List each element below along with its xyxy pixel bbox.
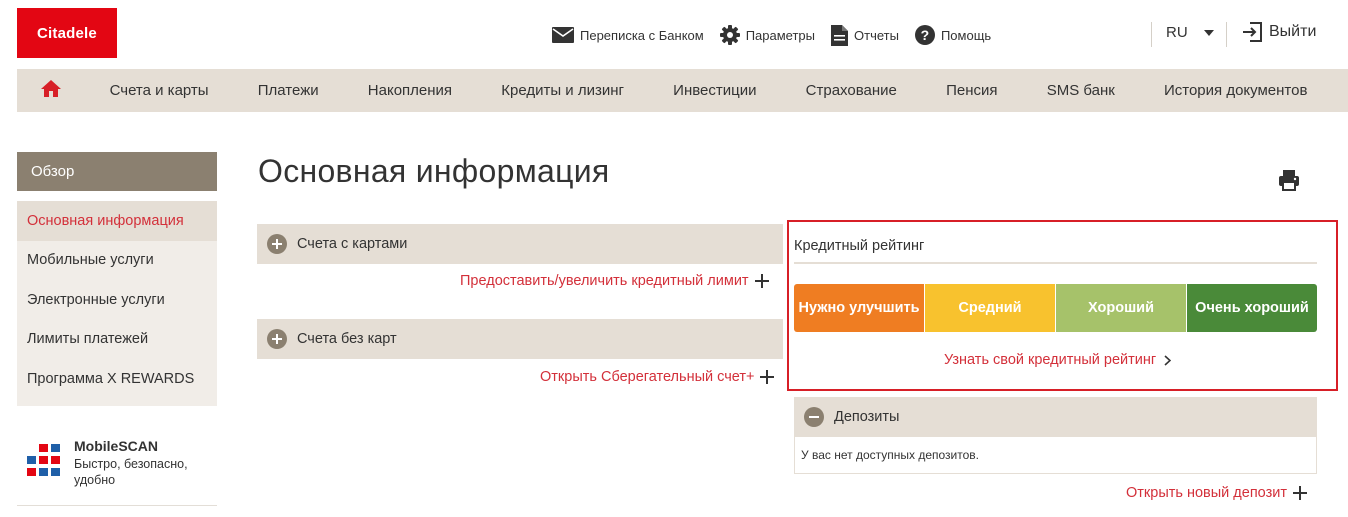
- mobilescan-promo[interactable]: MobileSCAN Быстро, безопасно, удобно: [17, 428, 217, 506]
- mobilescan-icon: [27, 444, 61, 478]
- plus-icon: [760, 370, 775, 384]
- plus-icon: [754, 274, 769, 288]
- accounts-without-cards-label: Счета без карт: [297, 331, 397, 347]
- nav-item-pension[interactable]: Пенсия: [921, 82, 1022, 99]
- collapse-minus-icon: [804, 407, 824, 427]
- sidebar-menu: Основная информация Мобильные услуги Эле…: [17, 201, 217, 406]
- sidebar-header: Обзор: [17, 152, 217, 191]
- nav-item-sms-bank[interactable]: SMS банк: [1022, 82, 1139, 99]
- settings-link-label: Параметры: [745, 27, 816, 43]
- nav-item-accounts-cards[interactable]: Счета и карты: [85, 82, 233, 99]
- open-savings-link-label: Открыть Сберегательный счет+: [540, 369, 755, 385]
- rating-level-needs-improvement[interactable]: Нужно улучшить: [794, 284, 925, 332]
- nav-item-savings[interactable]: Накопления: [343, 82, 476, 99]
- language-selector[interactable]: RU: [1166, 24, 1214, 41]
- accounts-with-cards-section[interactable]: Счета с картами: [257, 224, 783, 264]
- help-link[interactable]: ? Помощь: [914, 25, 992, 45]
- logo-text: Citadele: [37, 24, 97, 42]
- divider: [794, 262, 1317, 264]
- check-credit-rating-label: Узнать свой кредитный рейтинг: [944, 352, 1157, 368]
- top-links: Переписка с Банком Параметры Отчеты ? По…: [552, 24, 1007, 46]
- language-value: RU: [1166, 24, 1188, 41]
- caret-down-icon: [1203, 29, 1214, 36]
- header-divider: [1226, 22, 1227, 47]
- help-icon: ?: [914, 25, 935, 45]
- nav-item-document-history[interactable]: История документов: [1139, 82, 1332, 99]
- credit-limit-link-label: Предоставить/увеличить кредитный лимит: [460, 273, 749, 289]
- deposits-empty-message: У вас нет доступных депозитов.: [794, 437, 1317, 474]
- accounts-with-cards-label: Счета с картами: [297, 236, 408, 252]
- nav-item-investments[interactable]: Инвестиции: [649, 82, 782, 99]
- home-icon: [41, 79, 61, 102]
- page-title: Основная информация: [258, 153, 610, 189]
- document-icon: [831, 24, 849, 46]
- settings-link[interactable]: Параметры: [719, 25, 816, 45]
- messages-link-label: Переписка с Банком: [580, 27, 704, 43]
- accounts-without-cards-section[interactable]: Счета без карт: [257, 319, 783, 359]
- plus-icon: [1292, 486, 1307, 500]
- gear-icon: [719, 25, 740, 45]
- mobilescan-title: MobileSCAN: [74, 438, 158, 454]
- rating-level-very-good[interactable]: Очень хороший: [1187, 284, 1317, 332]
- rating-level-average[interactable]: Средний: [925, 284, 1056, 332]
- citadele-logo[interactable]: Citadele: [17, 8, 117, 58]
- main-nav: Счета и карты Платежи Накопления Кредиты…: [17, 69, 1348, 112]
- check-credit-rating-link[interactable]: Узнать свой кредитный рейтинг: [944, 352, 1172, 368]
- sidebar-item-x-rewards[interactable]: Программа X REWARDS: [17, 359, 217, 399]
- expand-plus-icon: [267, 234, 287, 254]
- rating-level-good[interactable]: Хороший: [1056, 284, 1187, 332]
- sidebar-item-mobile-services[interactable]: Мобильные услуги: [17, 241, 217, 281]
- credit-rating-scale: Нужно улучшить Средний Хороший Очень хор…: [794, 284, 1317, 332]
- messages-link[interactable]: Переписка с Банком: [552, 27, 704, 43]
- nav-item-payments[interactable]: Платежи: [233, 82, 343, 99]
- reports-link-label: Отчеты: [854, 27, 899, 43]
- mobilescan-subtitle: Быстро, безопасно, удобно: [74, 457, 188, 487]
- credit-limit-link[interactable]: Предоставить/увеличить кредитный лимит: [460, 273, 769, 289]
- envelope-icon: [552, 27, 574, 43]
- nav-item-loans-leasing[interactable]: Кредиты и лизинг: [477, 82, 649, 99]
- deposits-section[interactable]: Депозиты: [794, 397, 1317, 437]
- credit-rating-title: Кредитный рейтинг: [794, 238, 925, 254]
- logout-button[interactable]: Выйти: [1242, 22, 1316, 42]
- sidebar-item-electronic-services[interactable]: Электронные услуги: [17, 280, 217, 320]
- help-link-label: Помощь: [940, 27, 992, 43]
- nav-item-insurance[interactable]: Страхование: [781, 82, 921, 99]
- top-header: Citadele Переписка с Банком Параметры От…: [0, 0, 1348, 69]
- header-divider: [1151, 22, 1152, 47]
- sidebar-item-main-info[interactable]: Основная информация: [17, 201, 217, 241]
- chevron-right-icon: [1164, 354, 1172, 366]
- deposits-label: Депозиты: [834, 409, 900, 425]
- print-icon[interactable]: [1277, 168, 1301, 192]
- open-deposit-link-label: Открыть новый депозит: [1126, 485, 1287, 501]
- expand-plus-icon: [267, 329, 287, 349]
- logout-label: Выйти: [1269, 23, 1317, 40]
- logout-icon: [1242, 22, 1263, 42]
- open-deposit-link[interactable]: Открыть новый депозит: [1126, 485, 1307, 501]
- credit-rating-panel: Кредитный рейтинг Нужно улучшить Средний…: [787, 220, 1338, 391]
- open-savings-link[interactable]: Открыть Сберегательный счет+: [540, 369, 775, 385]
- sidebar-item-payment-limits[interactable]: Лимиты платежей: [17, 320, 217, 360]
- reports-link[interactable]: Отчеты: [831, 24, 899, 46]
- nav-home[interactable]: [17, 69, 85, 112]
